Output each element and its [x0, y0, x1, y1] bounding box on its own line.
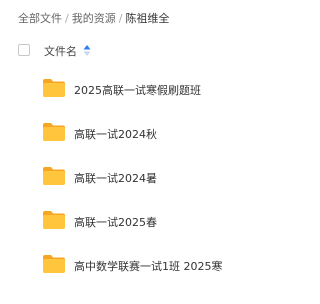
file-name[interactable]: 2025高联一试寒假刷题班: [74, 82, 201, 98]
folder-icon: [43, 123, 65, 141]
file-name[interactable]: 高联一试2024暑: [74, 170, 157, 186]
breadcrumb-separator: /: [118, 11, 123, 25]
list-item[interactable]: 高中数学联赛一试1班 2025寒: [0, 246, 320, 286]
file-name[interactable]: 高联一试2025春: [74, 214, 157, 230]
folder-icon: [43, 211, 65, 229]
breadcrumb-my-resources[interactable]: 我的资源: [72, 10, 116, 26]
select-all-checkbox[interactable]: [18, 44, 30, 56]
list-item[interactable]: 高联一试2024暑: [0, 158, 320, 198]
sort-arrows-icon[interactable]: [83, 44, 91, 57]
breadcrumb-all-files[interactable]: 全部文件: [18, 10, 62, 26]
file-list-header: 文件名: [0, 38, 320, 64]
breadcrumb-current-folder: 陈祖维全: [125, 12, 170, 25]
list-item[interactable]: 高联一试2024秋: [0, 114, 320, 154]
folder-icon: [43, 79, 65, 97]
column-header-filename[interactable]: 文件名: [44, 43, 77, 59]
breadcrumb: 全部文件 / 我的资源 / 陈祖维全: [18, 9, 169, 27]
breadcrumb-separator: /: [65, 11, 69, 25]
folder-icon: [43, 255, 65, 273]
list-item[interactable]: 2025高联一试寒假刷题班: [0, 70, 320, 110]
file-name[interactable]: 高联一试2024秋: [74, 126, 157, 142]
file-name[interactable]: 高中数学联赛一试1班 2025寒: [74, 258, 223, 274]
list-item[interactable]: 高联一试2025春: [0, 202, 320, 242]
folder-icon: [43, 167, 65, 185]
